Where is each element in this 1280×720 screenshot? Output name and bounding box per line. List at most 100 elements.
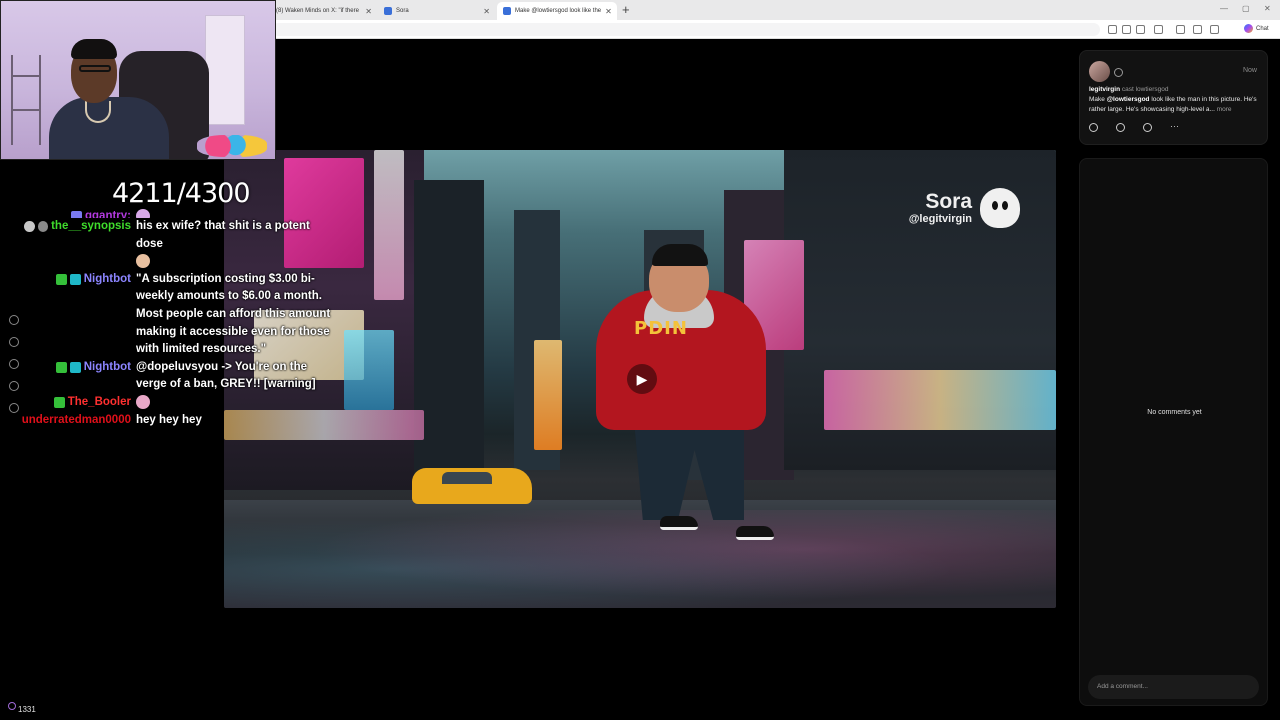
heart-icon[interactable] [1089, 123, 1098, 132]
cast-user[interactable]: lowtiersgod [1136, 86, 1169, 93]
streamer-hair [71, 39, 117, 59]
post-time: Now [1242, 67, 1257, 74]
chat-text [136, 208, 336, 218]
close-icon[interactable]: ✕ [365, 7, 372, 16]
emote-icon [136, 208, 150, 218]
browser-tab-1[interactable]: (8) Waken Minds on X: "if there ✕ [270, 2, 378, 20]
chat-username: The_Booler [67, 395, 131, 408]
sora-ghost-icon [980, 188, 1020, 228]
tab-label: Sora [396, 8, 409, 14]
refresh-icon[interactable] [1154, 25, 1163, 34]
neon-billboard [534, 340, 562, 450]
comment-input[interactable]: Add a comment... [1088, 675, 1259, 699]
post-actions: ··· [1089, 122, 1179, 132]
new-tab-button[interactable]: + [622, 3, 630, 17]
user-icon[interactable] [9, 403, 19, 413]
profile-icon[interactable] [1210, 25, 1219, 34]
street-reflection [224, 510, 1056, 608]
home-icon[interactable] [9, 315, 19, 325]
chat-badge-icon [24, 221, 35, 232]
post-card: Now legitvirgin cast lowtiersgod Make @l… [1079, 50, 1268, 145]
browser-tab-3[interactable]: Make @lowtiersgod look like the ✕ [497, 2, 617, 20]
room-door [205, 15, 245, 125]
address-bar[interactable] [272, 23, 1100, 36]
chat-message: ggantry: [24, 208, 344, 218]
viewer-count: 1331 [18, 705, 36, 714]
browser-tab-2[interactable]: Sora ✕ [378, 2, 496, 20]
chat-message-text: his ex wife? that shit is a potent dose [136, 220, 310, 250]
share-icon[interactable] [1143, 123, 1152, 132]
chat-username: Nightbot [83, 360, 131, 373]
desc-prefix: Make [1089, 96, 1105, 103]
chat-message: The_Booler [24, 394, 344, 412]
viewer-icon [8, 702, 16, 710]
post-author-line: legitvirgin cast lowtiersgod [1089, 86, 1169, 93]
cast-avatar-icon[interactable] [1114, 68, 1123, 77]
more-options-icon[interactable]: ··· [1170, 122, 1179, 132]
more-link[interactable]: more [1217, 106, 1232, 113]
chat-text: "A subscription costing $3.00 bi-weekly … [136, 272, 331, 356]
chat-text: his ex wife? that shit is a potent dose [136, 218, 336, 271]
chat-text [136, 394, 336, 412]
streamer-glasses [79, 65, 111, 72]
neon-billboard [344, 330, 394, 410]
chat-username: Nightbot [83, 272, 131, 285]
chat-overlay: ggantry: the__synopsis his ex wife? that… [21, 208, 344, 430]
hoodie-text: PDIN [634, 318, 688, 339]
play-icon[interactable]: ▶ [627, 364, 657, 394]
screen: (8) Waken Minds on X: "if there ✕ Sora ✕… [0, 0, 1280, 720]
stream-sidebar [9, 315, 21, 425]
close-icon[interactable]: ✕ [605, 7, 612, 16]
minimize-icon[interactable]: — [1220, 4, 1228, 13]
close-icon[interactable]: ✕ [483, 7, 490, 16]
chat-username: the__synopsis [51, 220, 131, 232]
sub-goal-counter: 4211/4300 [112, 178, 251, 209]
chat-message: Nightbot @dopeluvsyou -> You're on the v… [24, 359, 344, 394]
search-icon[interactable] [9, 337, 19, 347]
desc-mention[interactable]: @lowtiersgod [1107, 96, 1150, 103]
neon-billboard [374, 150, 404, 300]
remix-icon[interactable] [1116, 123, 1125, 132]
chat-message: the__synopsis his ex wife? that shit is … [24, 218, 344, 271]
cast-label: cast [1121, 86, 1134, 93]
room-shelf [11, 55, 41, 145]
colorful-toy [197, 135, 267, 157]
page-favicon-icon [503, 7, 511, 15]
post-author[interactable]: legitvirgin [1089, 86, 1120, 93]
webcam-overlay [0, 0, 276, 160]
video-player[interactable]: PDIN ▶ Sora @legitvirgin [224, 150, 1056, 608]
sora-favicon-icon [384, 7, 392, 15]
bot-badge-icon [69, 273, 81, 285]
bot-badge-icon [69, 361, 81, 373]
window-close-icon[interactable]: ✕ [1264, 4, 1271, 13]
man-cap [652, 244, 708, 266]
maximize-icon[interactable]: ▢ [1242, 4, 1250, 13]
post-description: Make @lowtiersgod look like the man in t… [1089, 95, 1263, 114]
neon-billboard [824, 370, 1056, 430]
chat-badge-icon [53, 396, 65, 408]
avatar[interactable] [1089, 61, 1110, 82]
yellow-taxi [412, 468, 532, 504]
read-aloud-icon[interactable] [1122, 25, 1131, 34]
chat-text: hey hey hey [136, 413, 202, 426]
extensions-icon[interactable] [1176, 25, 1185, 34]
chat-badge-icon [37, 221, 49, 232]
chat-username: underratedman0000 [21, 413, 131, 426]
lock-icon[interactable] [9, 381, 19, 391]
emote-icon [136, 254, 150, 269]
moderator-badge-icon [55, 361, 67, 373]
scene-building [414, 180, 484, 480]
copilot-chat-button[interactable]: Chat [1244, 24, 1269, 33]
shoe [660, 516, 698, 530]
trophy-icon[interactable] [9, 359, 19, 369]
sora-brand: Sora [925, 190, 972, 213]
more-menu-icon[interactable] [1227, 25, 1236, 34]
chat-message: underratedman0000 hey hey hey [21, 412, 344, 430]
chat-text: @dopeluvsyou -> You're on the verge of a… [136, 360, 316, 391]
sora-handle: @legitvirgin [908, 213, 972, 225]
apps-icon[interactable] [1108, 25, 1117, 34]
collections-icon[interactable] [1193, 25, 1202, 34]
favorite-star-icon[interactable] [1136, 25, 1145, 34]
copilot-icon [1244, 24, 1253, 33]
comments-panel: No comments yet Add a comment... [1079, 158, 1268, 706]
